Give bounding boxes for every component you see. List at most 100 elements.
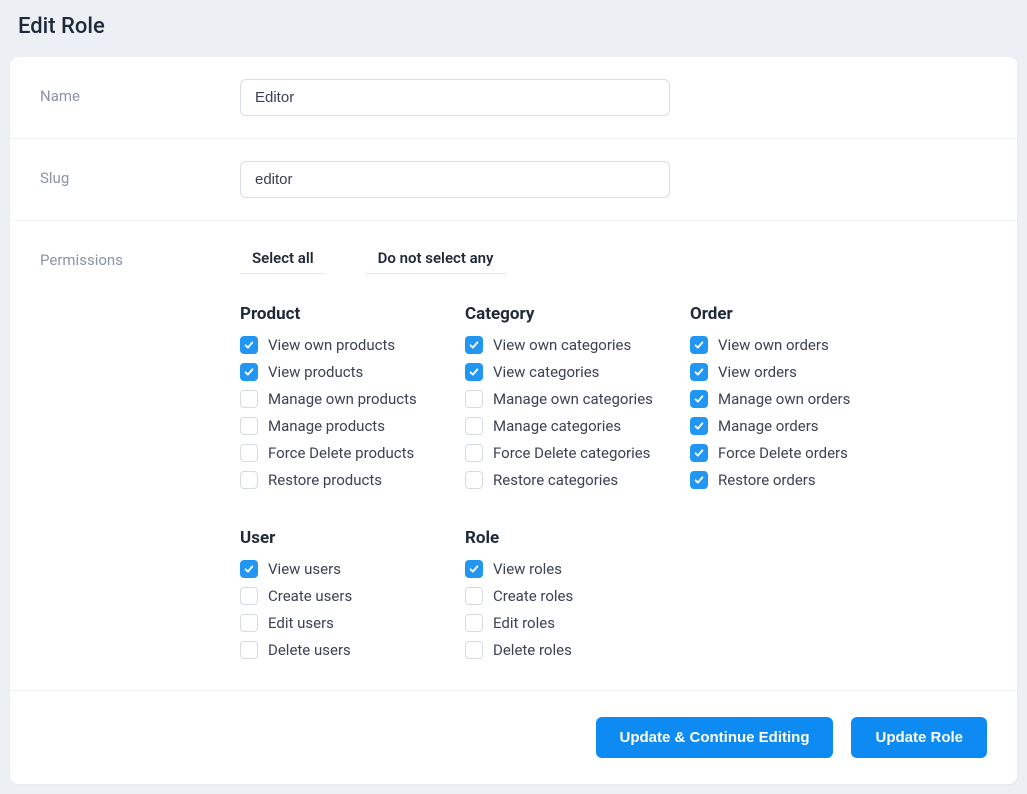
name-input[interactable] [240, 79, 670, 116]
permission-item[interactable]: View categories [465, 363, 660, 381]
permission-item[interactable]: Create users [240, 587, 435, 605]
permission-label: Create roles [493, 587, 573, 605]
checkbox[interactable] [240, 471, 258, 489]
permission-item[interactable]: Delete roles [465, 641, 660, 659]
checkbox[interactable] [465, 471, 483, 489]
checkbox[interactable] [690, 390, 708, 408]
permission-item[interactable]: View products [240, 363, 435, 381]
permission-item[interactable]: View own categories [465, 336, 660, 354]
permission-label: View own products [268, 336, 395, 354]
checkbox[interactable] [465, 641, 483, 659]
permission-label: View roles [493, 560, 562, 578]
permission-label: Force Delete categories [493, 444, 650, 462]
permission-label: Manage own categories [493, 390, 653, 408]
permission-item[interactable]: Force Delete products [240, 444, 435, 462]
checkbox[interactable] [240, 363, 258, 381]
update-role-button[interactable]: Update Role [851, 717, 987, 758]
permission-label: Edit roles [493, 614, 555, 632]
permission-item[interactable]: View own products [240, 336, 435, 354]
checkbox[interactable] [465, 390, 483, 408]
checkbox[interactable] [240, 417, 258, 435]
permission-group-title: Product [240, 304, 435, 324]
checkbox[interactable] [465, 587, 483, 605]
checkbox[interactable] [690, 363, 708, 381]
form-card: Name Slug Permissions Select all Do not … [10, 57, 1017, 784]
checkbox[interactable] [465, 336, 483, 354]
permission-item[interactable]: Restore products [240, 471, 435, 489]
permission-item[interactable]: Delete users [240, 641, 435, 659]
permission-label: View users [268, 560, 341, 578]
permission-item[interactable]: Manage own products [240, 390, 435, 408]
permission-label: Manage products [268, 417, 385, 435]
checkbox[interactable] [465, 614, 483, 632]
permission-group: Category View own categories View categori… [465, 304, 660, 498]
checkbox[interactable] [690, 417, 708, 435]
update-continue-button[interactable]: Update & Continue Editing [596, 717, 834, 758]
permission-item[interactable]: Force Delete categories [465, 444, 660, 462]
permission-group: OrderView own ordersView ordersManage ow… [690, 304, 885, 498]
checkbox[interactable] [240, 444, 258, 462]
page-title: Edit Role [10, 0, 1017, 57]
permission-item[interactable]: Manage orders [690, 417, 885, 435]
checkbox[interactable] [240, 641, 258, 659]
checkbox[interactable] [465, 363, 483, 381]
slug-label: Slug [40, 161, 240, 198]
permission-group: User View users Create users Edit users Dele… [240, 528, 435, 668]
permission-group-title: Role [465, 528, 660, 548]
permission-label: View own orders [718, 336, 829, 354]
checkbox[interactable] [240, 336, 258, 354]
permission-group-title: Category [465, 304, 660, 324]
permission-label: Manage own orders [718, 390, 850, 408]
permission-item[interactable]: Manage categories [465, 417, 660, 435]
permission-item[interactable]: View users [240, 560, 435, 578]
permission-groups: Product View own products View products Man… [240, 304, 987, 668]
permission-label: Manage orders [718, 417, 819, 435]
checkbox[interactable] [465, 417, 483, 435]
permission-item[interactable]: View own orders [690, 336, 885, 354]
permission-label: Force Delete orders [718, 444, 848, 462]
checkbox[interactable] [465, 560, 483, 578]
checkbox[interactable] [465, 444, 483, 462]
permission-item[interactable]: View roles [465, 560, 660, 578]
slug-row: Slug [10, 139, 1017, 221]
checkbox[interactable] [690, 336, 708, 354]
permissions-label: Permissions [40, 243, 240, 668]
permission-item[interactable]: Force Delete orders [690, 444, 885, 462]
permission-label: View orders [718, 363, 797, 381]
permission-label: View categories [493, 363, 599, 381]
permission-label: View products [268, 363, 363, 381]
permission-item[interactable]: Edit roles [465, 614, 660, 632]
permission-item[interactable]: Create roles [465, 587, 660, 605]
name-row: Name [10, 57, 1017, 139]
permission-label: Delete roles [493, 641, 572, 659]
permission-label: Create users [268, 587, 352, 605]
checkbox[interactable] [690, 471, 708, 489]
permission-label: Restore products [268, 471, 382, 489]
permission-item[interactable]: Manage own categories [465, 390, 660, 408]
permission-item[interactable]: Manage own orders [690, 390, 885, 408]
permission-item[interactable]: Restore orders [690, 471, 885, 489]
permission-label: Force Delete products [268, 444, 414, 462]
permission-group: Product View own products View products Man… [240, 304, 435, 498]
permission-label: Restore categories [493, 471, 618, 489]
permission-group-title: User [240, 528, 435, 548]
permission-label: Manage own products [268, 390, 417, 408]
permission-group: Role View roles Create roles Edit roles Dele… [465, 528, 660, 668]
permission-item[interactable]: Edit users [240, 614, 435, 632]
checkbox[interactable] [240, 587, 258, 605]
checkbox[interactable] [690, 444, 708, 462]
slug-input[interactable] [240, 161, 670, 198]
checkbox[interactable] [240, 560, 258, 578]
permissions-row: Permissions Select all Do not select any… [10, 221, 1017, 691]
permission-item[interactable]: View orders [690, 363, 885, 381]
select-all-button[interactable]: Select all [240, 243, 326, 274]
permission-item[interactable]: Manage products [240, 417, 435, 435]
name-label: Name [40, 79, 240, 116]
checkbox[interactable] [240, 390, 258, 408]
checkbox[interactable] [240, 614, 258, 632]
permission-label: Edit users [268, 614, 334, 632]
deselect-all-button[interactable]: Do not select any [366, 243, 506, 274]
permission-label: Delete users [268, 641, 351, 659]
permission-label: Manage categories [493, 417, 621, 435]
permission-item[interactable]: Restore categories [465, 471, 660, 489]
